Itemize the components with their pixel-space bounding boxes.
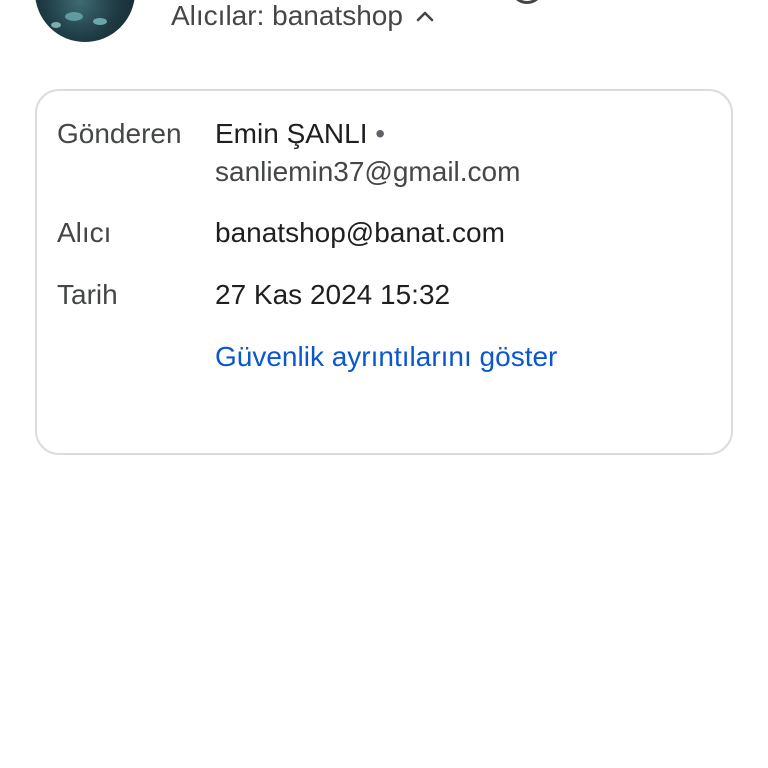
recipients-toggle[interactable]: Alıcılar: banatshop (171, 0, 441, 32)
separator-dot: • (375, 118, 386, 149)
chevron-up-icon[interactable] (409, 0, 441, 32)
message-details-card: Gönderen Emin ŞANLI • sanliemin37@gmail.… (35, 89, 733, 455)
date-value: 27 Kas 2024 15:32 (215, 279, 451, 310)
from-value: Emin ŞANLI • sanliemin37@gmail.com (215, 115, 695, 191)
avatar-image-detail (51, 22, 61, 28)
recipients-summary: Alıcılar: banatshop (171, 0, 403, 31)
avatar-image-detail (65, 12, 83, 21)
to-label: Alıcı (57, 217, 112, 248)
date-label: Tarih (57, 279, 118, 310)
sender-avatar[interactable] (35, 0, 135, 42)
to-value[interactable]: banatshop@banat.com (215, 214, 695, 252)
sender-name: Emin ŞANLI (215, 118, 368, 149)
from-label: Gönderen (57, 118, 182, 149)
show-security-details-link[interactable]: Güvenlik ayrıntılarını göster (215, 338, 557, 376)
partial-icon[interactable] (510, 0, 544, 4)
sender-email[interactable]: sanliemin37@gmail.com (215, 156, 520, 187)
avatar-image-detail (93, 18, 107, 25)
